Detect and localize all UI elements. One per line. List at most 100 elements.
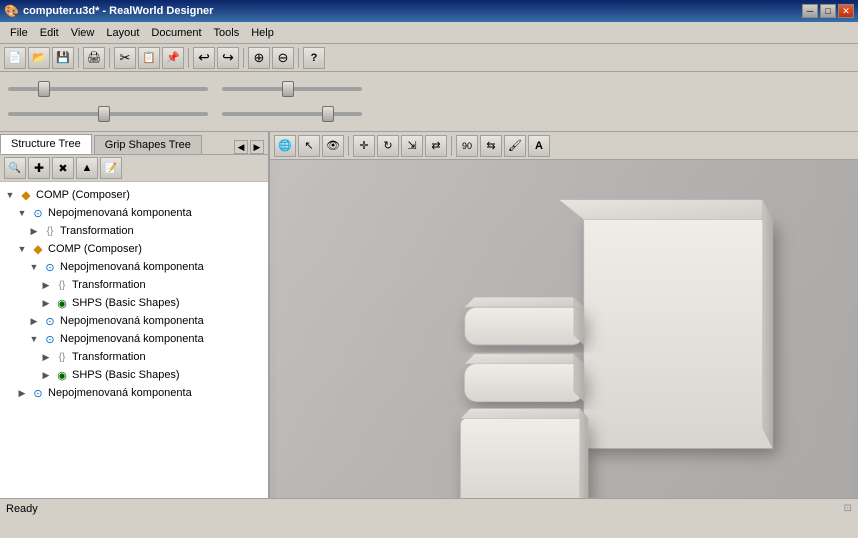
expander-unnamed3[interactable]: ▶ bbox=[28, 315, 40, 327]
open-button[interactable]: 📂 bbox=[28, 47, 50, 69]
3d-viewport-svg bbox=[270, 160, 858, 498]
view-text-btn[interactable]: A bbox=[528, 135, 550, 157]
copy-button[interactable]: 📋 bbox=[138, 47, 160, 69]
tree-delete-btn[interactable]: ✖ bbox=[52, 157, 74, 179]
view-mirror-btn[interactable]: ⇆ bbox=[480, 135, 502, 157]
redo-button[interactable]: ↪ bbox=[217, 47, 239, 69]
expander-comp1[interactable]: ▼ bbox=[4, 189, 16, 201]
slider-track-1[interactable] bbox=[8, 87, 208, 91]
structure-tree[interactable]: ▼ ◆ COMP (Composer) ▼ ⊙ Nepojmenovaná ko… bbox=[0, 182, 268, 498]
print-button[interactable]: 🖨 bbox=[83, 47, 105, 69]
view-rotate-btn[interactable]: ↻ bbox=[377, 135, 399, 157]
view-sep1 bbox=[348, 136, 349, 156]
tree-row-comp1[interactable]: ▼ ◆ COMP (Composer) bbox=[0, 186, 268, 204]
view-cursor-btn[interactable]: ↖ bbox=[298, 135, 320, 157]
right-panel: 🌐 ↖ 👁 ✛ ↻ ⇲ ⇄ 90 ⇆ 🖌 A bbox=[270, 132, 858, 498]
tree-row-trans3[interactable]: ▶ {} Transformation bbox=[0, 348, 268, 366]
undo-button[interactable]: ↩ bbox=[193, 47, 215, 69]
tree-search-btn[interactable]: 🔍 bbox=[4, 157, 26, 179]
view-flip-btn[interactable]: ⇄ bbox=[425, 135, 447, 157]
menubar: File Edit View Layout Document Tools Hel… bbox=[0, 22, 858, 44]
tree-props-btn[interactable]: 📝 bbox=[100, 157, 122, 179]
slider-track-4[interactable] bbox=[222, 112, 362, 116]
slider-thumb-2[interactable] bbox=[282, 81, 294, 97]
paste-button[interactable]: 📌 bbox=[162, 47, 184, 69]
menu-edit[interactable]: Edit bbox=[34, 25, 65, 41]
tree-row-shps2[interactable]: ▶ ◉ SHPS (Basic Shapes) bbox=[0, 366, 268, 384]
tree-row-unnamed2[interactable]: ▼ ⊙ Nepojmenovaná komponenta bbox=[0, 258, 268, 276]
menu-file[interactable]: File bbox=[4, 25, 34, 41]
expander-shps2[interactable]: ▶ bbox=[40, 369, 52, 381]
slider-thumb-1[interactable] bbox=[38, 81, 50, 97]
menu-layout[interactable]: Layout bbox=[100, 25, 145, 41]
label-unnamed1: Nepojmenovaná komponenta bbox=[48, 207, 192, 219]
slider-row-1 bbox=[8, 87, 850, 91]
tree-row-unnamed1[interactable]: ▼ ⊙ Nepojmenovaná komponenta bbox=[0, 204, 268, 222]
close-button[interactable]: ✕ bbox=[838, 4, 854, 18]
expander-unnamed5[interactable]: ▶ bbox=[16, 387, 28, 399]
tab-nav-next[interactable]: ▶ bbox=[250, 140, 264, 154]
view-globe-btn[interactable]: 🌐 bbox=[274, 135, 296, 157]
resize-grip[interactable]: ⊡ bbox=[844, 503, 852, 514]
menu-tools[interactable]: Tools bbox=[208, 25, 246, 41]
tree-row-comp2[interactable]: ▼ ◆ COMP (Composer) bbox=[0, 240, 268, 258]
tree-row-unnamed5[interactable]: ▶ ⊙ Nepojmenovaná komponenta bbox=[0, 384, 268, 402]
view-zoom-90-btn[interactable]: 90 bbox=[456, 135, 478, 157]
icon-transform-1: {} bbox=[42, 223, 58, 239]
expander-unnamed2[interactable]: ▼ bbox=[28, 261, 40, 273]
zoom-out-button[interactable]: ⊖ bbox=[272, 47, 294, 69]
slider-track-2[interactable] bbox=[222, 87, 362, 91]
window-title: computer.u3d* - RealWorld Designer bbox=[23, 5, 802, 17]
label-comp1: COMP (Composer) bbox=[36, 189, 130, 201]
expander-unnamed4[interactable]: ▼ bbox=[28, 333, 40, 345]
tree-row-trans1[interactable]: ▶ {} Transformation bbox=[0, 222, 268, 240]
view-paint-btn[interactable]: 🖌 bbox=[504, 135, 526, 157]
tab-grip-shapes-tree[interactable]: Grip Shapes Tree bbox=[94, 135, 202, 154]
tree-row-unnamed3[interactable]: ▶ ⊙ Nepojmenovaná komponenta bbox=[0, 312, 268, 330]
menu-document[interactable]: Document bbox=[145, 25, 207, 41]
expander-shps1[interactable]: ▶ bbox=[40, 297, 52, 309]
expander-trans3[interactable]: ▶ bbox=[40, 351, 52, 363]
tree-add-btn[interactable]: ✚ bbox=[28, 157, 50, 179]
minimize-button[interactable]: ─ bbox=[802, 4, 818, 18]
app-icon: 🎨 bbox=[4, 4, 19, 18]
menu-help[interactable]: Help bbox=[245, 25, 280, 41]
tree-row-shps1[interactable]: ▶ ◉ SHPS (Basic Shapes) bbox=[0, 294, 268, 312]
maximize-button[interactable]: □ bbox=[820, 4, 836, 18]
3d-scene[interactable] bbox=[270, 160, 858, 498]
icon-shape-2: ◉ bbox=[54, 367, 70, 383]
main-area: Structure Tree Grip Shapes Tree ◀ ▶ 🔍 ✚ … bbox=[0, 132, 858, 498]
slider-thumb-4[interactable] bbox=[322, 106, 334, 122]
label-unnamed2: Nepojmenovaná komponenta bbox=[60, 261, 204, 273]
icon-composer-1: ◆ bbox=[18, 187, 34, 203]
expander-trans1[interactable]: ▶ bbox=[28, 225, 40, 237]
label-trans3: Transformation bbox=[72, 351, 146, 363]
label-trans2: Transformation bbox=[72, 279, 146, 291]
save-button[interactable]: 💾 bbox=[52, 47, 74, 69]
titlebar: 🎨 computer.u3d* - RealWorld Designer ─ □… bbox=[0, 0, 858, 22]
label-comp2: COMP (Composer) bbox=[48, 243, 142, 255]
view-move-btn[interactable]: ✛ bbox=[353, 135, 375, 157]
tree-row-trans2[interactable]: ▶ {} Transformation bbox=[0, 276, 268, 294]
expander-comp2[interactable]: ▼ bbox=[16, 243, 28, 255]
expander-trans2[interactable]: ▶ bbox=[40, 279, 52, 291]
cut-button[interactable]: ✂ bbox=[114, 47, 136, 69]
zoom-in-button[interactable]: ⊕ bbox=[248, 47, 270, 69]
tab-nav: ◀ ▶ bbox=[234, 140, 268, 154]
tree-up-btn[interactable]: ▲ bbox=[76, 157, 98, 179]
tree-row-unnamed4[interactable]: ▼ ⊙ Nepojmenovaná komponenta bbox=[0, 330, 268, 348]
left-panel: Structure Tree Grip Shapes Tree ◀ ▶ 🔍 ✚ … bbox=[0, 132, 270, 498]
view-eye-btn[interactable]: 👁 bbox=[322, 135, 344, 157]
expander-unnamed1[interactable]: ▼ bbox=[16, 207, 28, 219]
slider-thumb-3[interactable] bbox=[98, 106, 110, 122]
new-button[interactable]: 📄 bbox=[4, 47, 26, 69]
tab-structure-tree[interactable]: Structure Tree bbox=[0, 134, 92, 154]
sep4 bbox=[243, 48, 244, 68]
menu-view[interactable]: View bbox=[65, 25, 101, 41]
tab-nav-prev[interactable]: ◀ bbox=[234, 140, 248, 154]
icon-component-5: ⊙ bbox=[30, 385, 46, 401]
view-scale-btn[interactable]: ⇲ bbox=[401, 135, 423, 157]
help-button[interactable]: ? bbox=[303, 47, 325, 69]
slider-row-2 bbox=[8, 112, 850, 116]
slider-track-3[interactable] bbox=[8, 112, 208, 116]
